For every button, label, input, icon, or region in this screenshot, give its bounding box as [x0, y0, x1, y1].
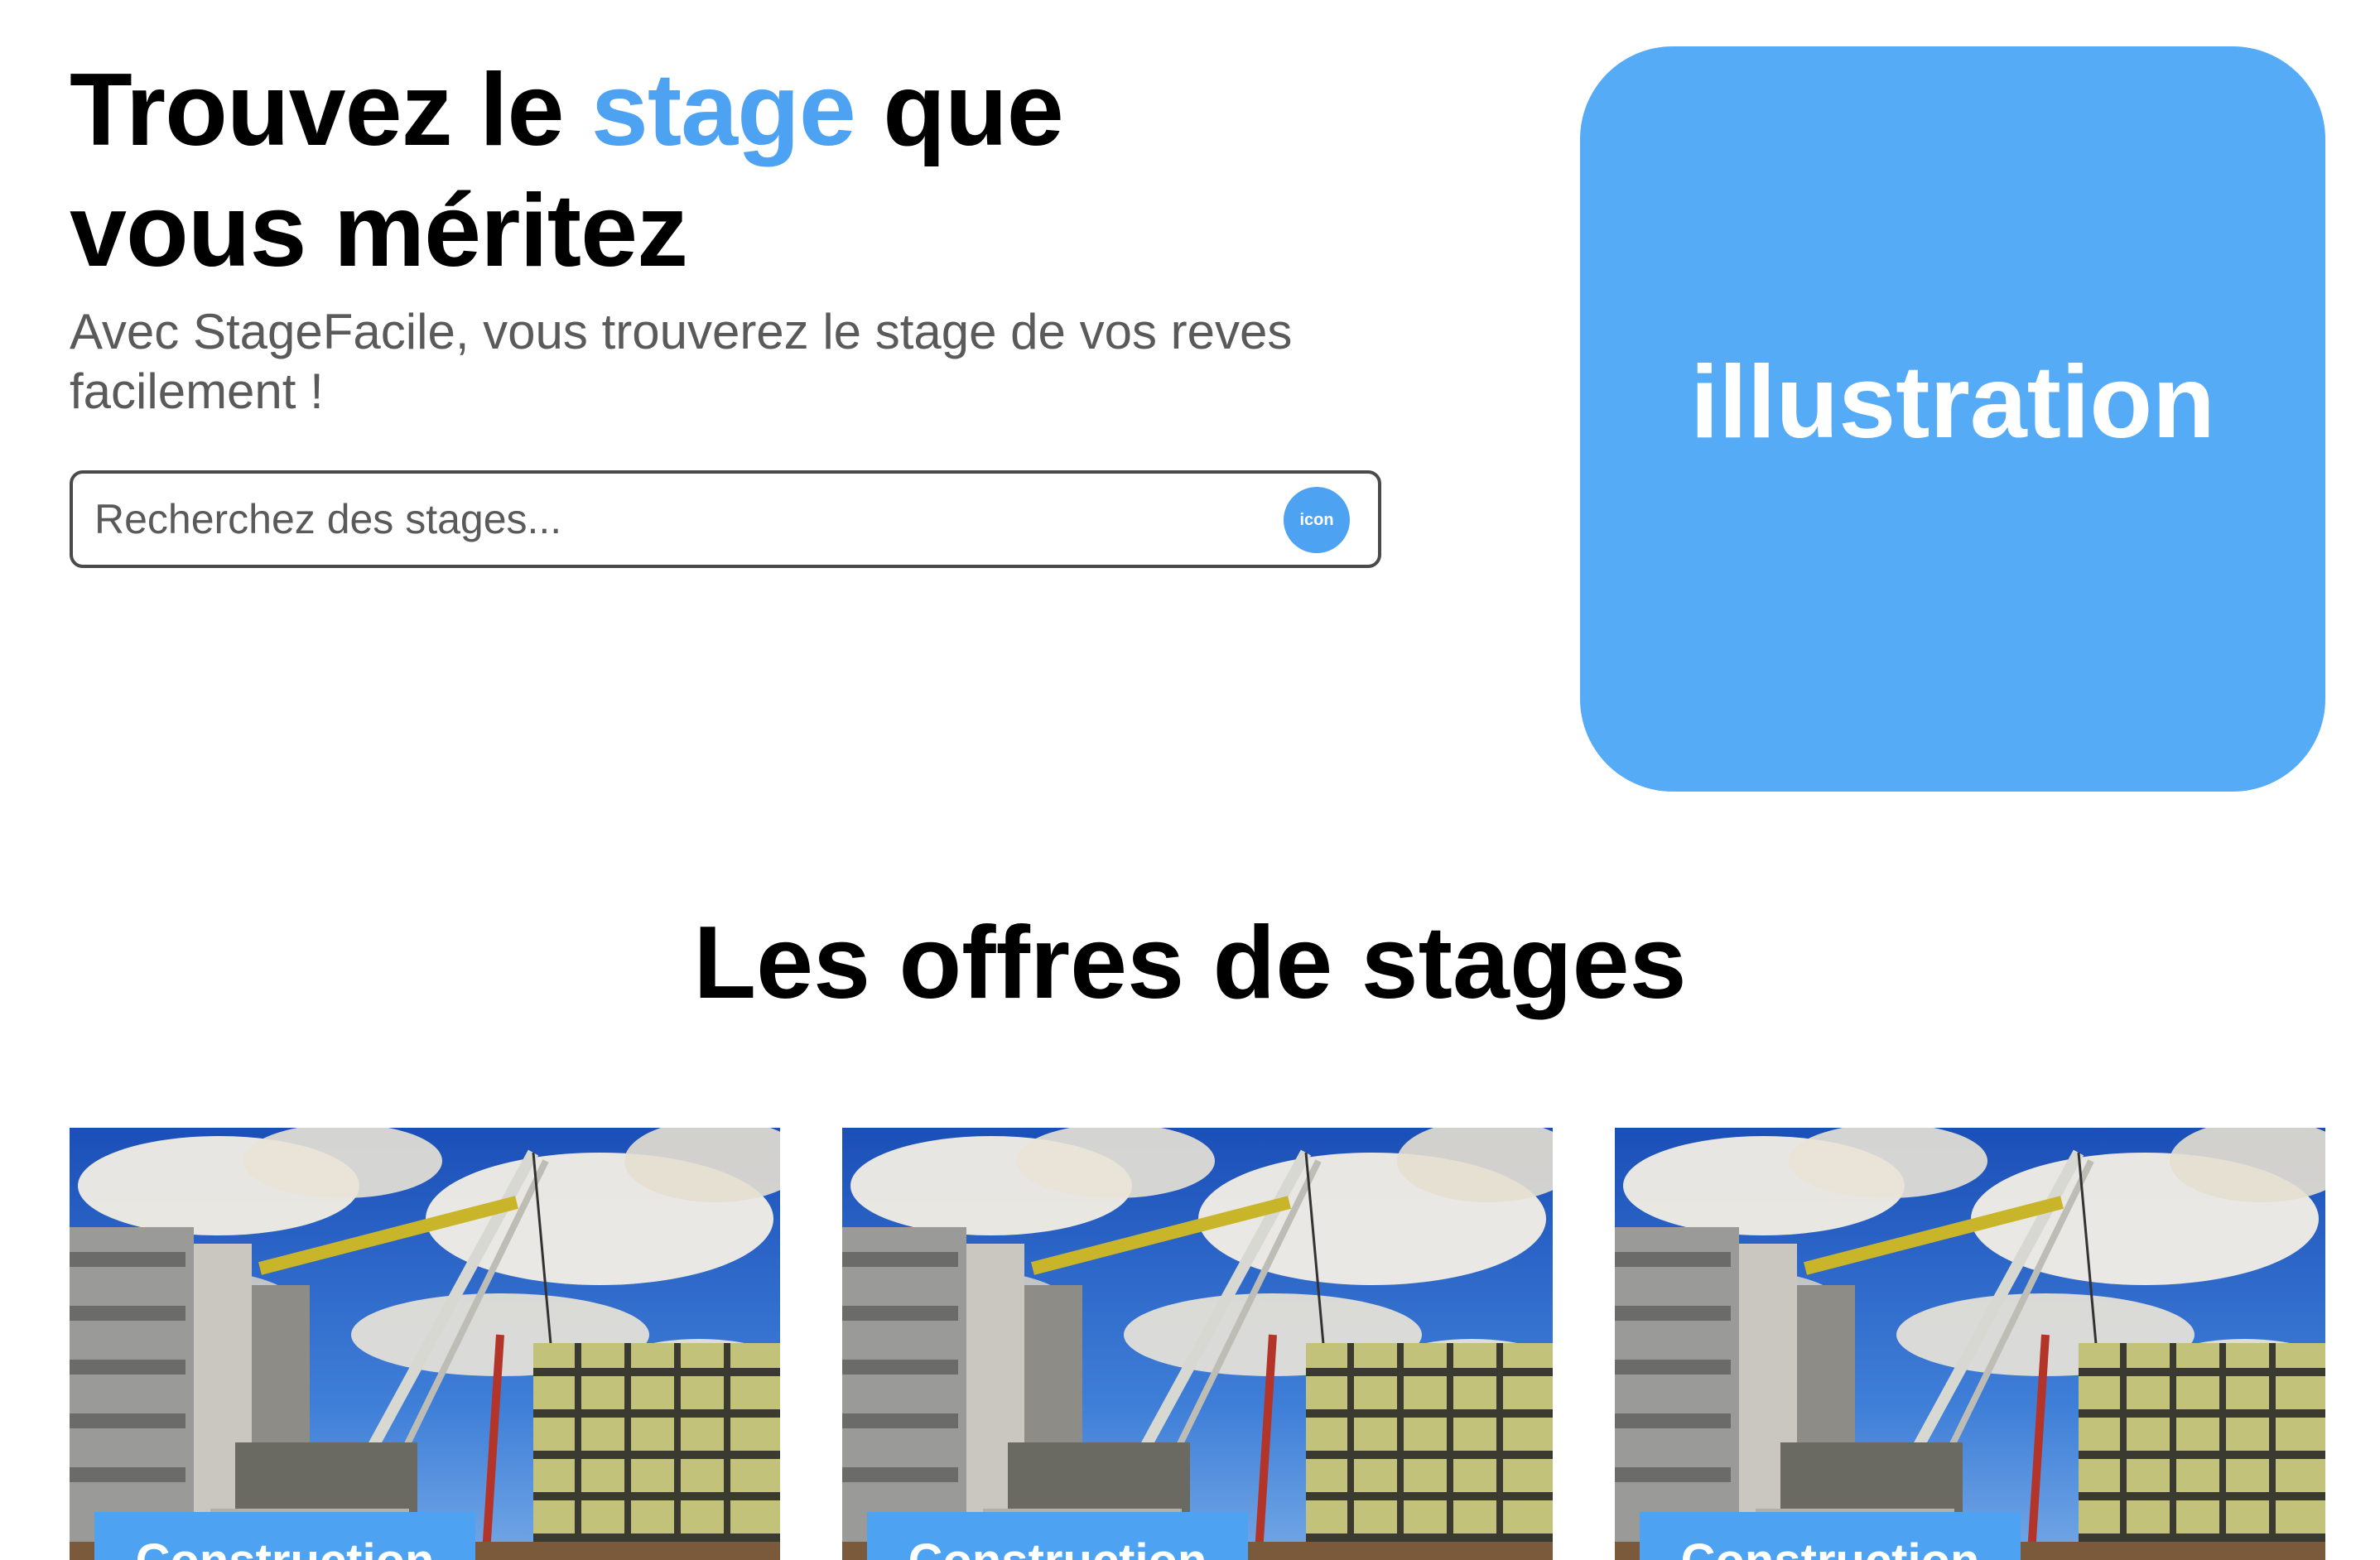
search-button[interactable]: icon — [1284, 487, 1350, 553]
search-bar: icon — [70, 470, 1381, 568]
offers-list: Construction Construction Construction — [70, 1128, 2325, 1560]
category-badge: Construction — [1640, 1512, 2021, 1560]
offer-card[interactable]: Construction — [842, 1128, 1553, 1560]
offer-card[interactable]: Construction — [1615, 1128, 2325, 1560]
hero-title-part1: Trouvez le — [70, 53, 591, 167]
offer-image — [842, 1128, 1553, 1560]
offer-card[interactable]: Construction — [70, 1128, 780, 1560]
hero-title-accent: stage — [590, 53, 856, 167]
search-input[interactable] — [94, 485, 1254, 553]
page: Trouvez le stage que vous méritez Avec S… — [0, 0, 2380, 1560]
offers-title: Les offres de stages — [693, 906, 1687, 1020]
category-badge: Construction — [867, 1512, 1248, 1560]
illustration-label: illustration — [1690, 345, 2215, 460]
offer-image — [1615, 1128, 2325, 1560]
hero-subtitle: Avec StageFacile, vous trouverez le stag… — [70, 304, 1293, 419]
search-icon: icon — [1299, 510, 1334, 529]
category-badge: Construction — [94, 1512, 475, 1560]
hero-illustration: illustration — [1580, 46, 2325, 792]
hero-title: Trouvez le stage que vous méritez — [70, 50, 1312, 291]
offer-image — [70, 1128, 780, 1560]
